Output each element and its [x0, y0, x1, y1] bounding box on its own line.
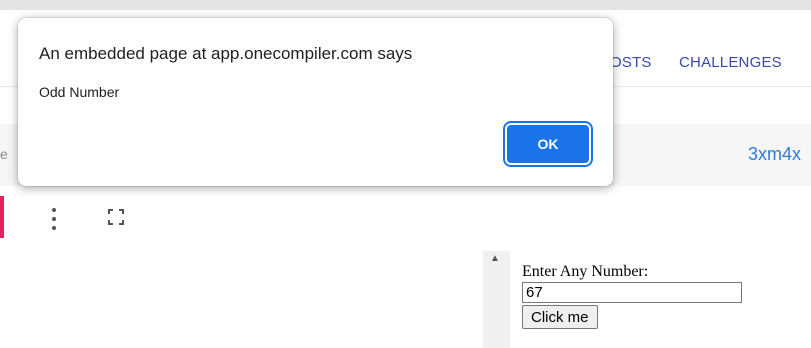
nav-link-posts[interactable]: OSTS [610, 54, 652, 71]
ok-button[interactable]: OK [507, 125, 589, 163]
code-id-label[interactable]: 3xm4x [748, 144, 801, 165]
alert-dialog: An embedded page at app.onecompiler.com … [18, 18, 613, 186]
output-panel: Enter Any Number: Click me [522, 263, 742, 329]
kebab-menu-icon[interactable] [48, 208, 60, 230]
number-input[interactable] [522, 282, 742, 303]
number-prompt: Enter Any Number: [522, 263, 649, 280]
fullscreen-icon[interactable] [108, 209, 124, 225]
truncated-text: e [0, 146, 8, 162]
scroll-up-icon[interactable]: ▲ [490, 253, 500, 264]
browser-top-strip [0, 0, 811, 10]
scrollbar-track[interactable] [483, 251, 510, 348]
click-me-button[interactable]: Click me [522, 305, 598, 329]
nav-link-challenges[interactable]: CHALLENGES [679, 54, 782, 71]
dialog-title: An embedded page at app.onecompiler.com … [39, 44, 413, 63]
dialog-message: Odd Number [39, 84, 120, 100]
run-button-edge[interactable] [0, 196, 4, 238]
